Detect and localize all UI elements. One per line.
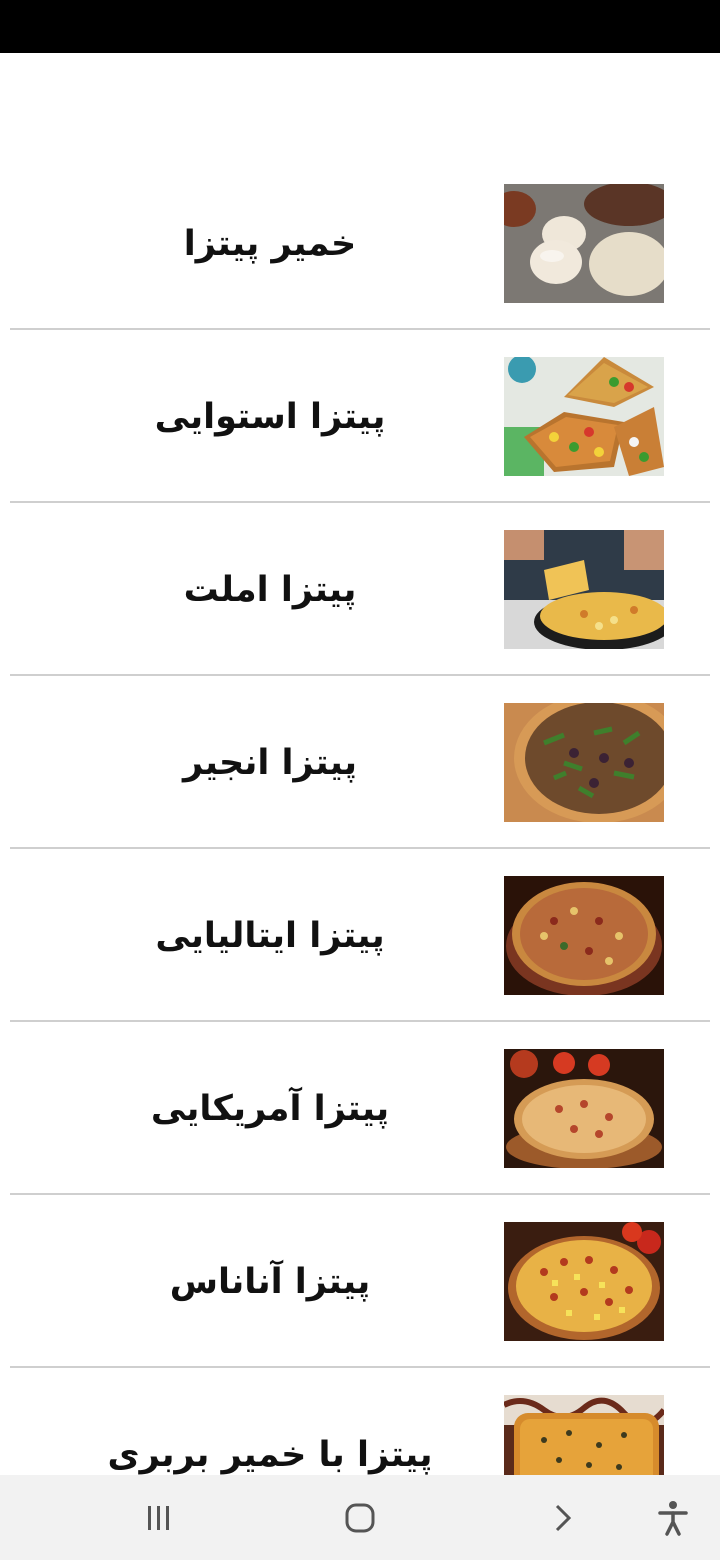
list-item[interactable]: پیتزا انجیر [0, 676, 720, 849]
italian-pizza-photo [504, 876, 664, 995]
recipe-title: پیتزا انجیر [182, 743, 358, 783]
list-item[interactable]: پیتزا استوایی [0, 330, 720, 503]
recipe-list[interactable]: خمیر پیتزا پیتزا استوایی پیتزا املت پیتز… [0, 157, 720, 1475]
fig-pizza-photo [504, 703, 664, 822]
accessibility-icon[interactable] [648, 1493, 698, 1543]
pizza-dough-photo [504, 184, 664, 303]
tropical-pizza-photo [504, 357, 664, 476]
american-pizza-photo [504, 1049, 664, 1168]
back-icon[interactable] [537, 1493, 587, 1543]
barbari-pizza-photo [504, 1395, 664, 1475]
recipe-title: پیتزا املت [183, 570, 357, 610]
recipe-title: پیتزا ایتالیایی [155, 916, 385, 956]
list-item[interactable]: پیتزا املت [0, 503, 720, 676]
list-item[interactable]: پیتزا آناناس [0, 1195, 720, 1368]
list-item[interactable]: خمیر پیتزا [0, 157, 720, 330]
list-item[interactable]: پیتزا ایتالیایی [0, 849, 720, 1022]
recent-apps-icon[interactable] [134, 1493, 184, 1543]
recipe-title: پیتزا استوایی [154, 397, 386, 437]
navigation-bar [0, 1475, 720, 1560]
home-icon[interactable] [335, 1493, 385, 1543]
pineapple-pizza-photo [504, 1222, 664, 1341]
recipe-title: خمیر پیتزا [183, 224, 357, 264]
list-item[interactable]: پیتزا آمریکایی [0, 1022, 720, 1195]
recipe-title: پیتزا آناناس [169, 1262, 371, 1302]
recipe-title: پیتزا با خمیر بربری [107, 1435, 433, 1475]
status-bar [0, 0, 720, 53]
list-item[interactable]: پیتزا با خمیر بربری [0, 1368, 720, 1475]
omelette-pizza-photo [504, 530, 664, 649]
recipe-title: پیتزا آمریکایی [150, 1089, 390, 1129]
